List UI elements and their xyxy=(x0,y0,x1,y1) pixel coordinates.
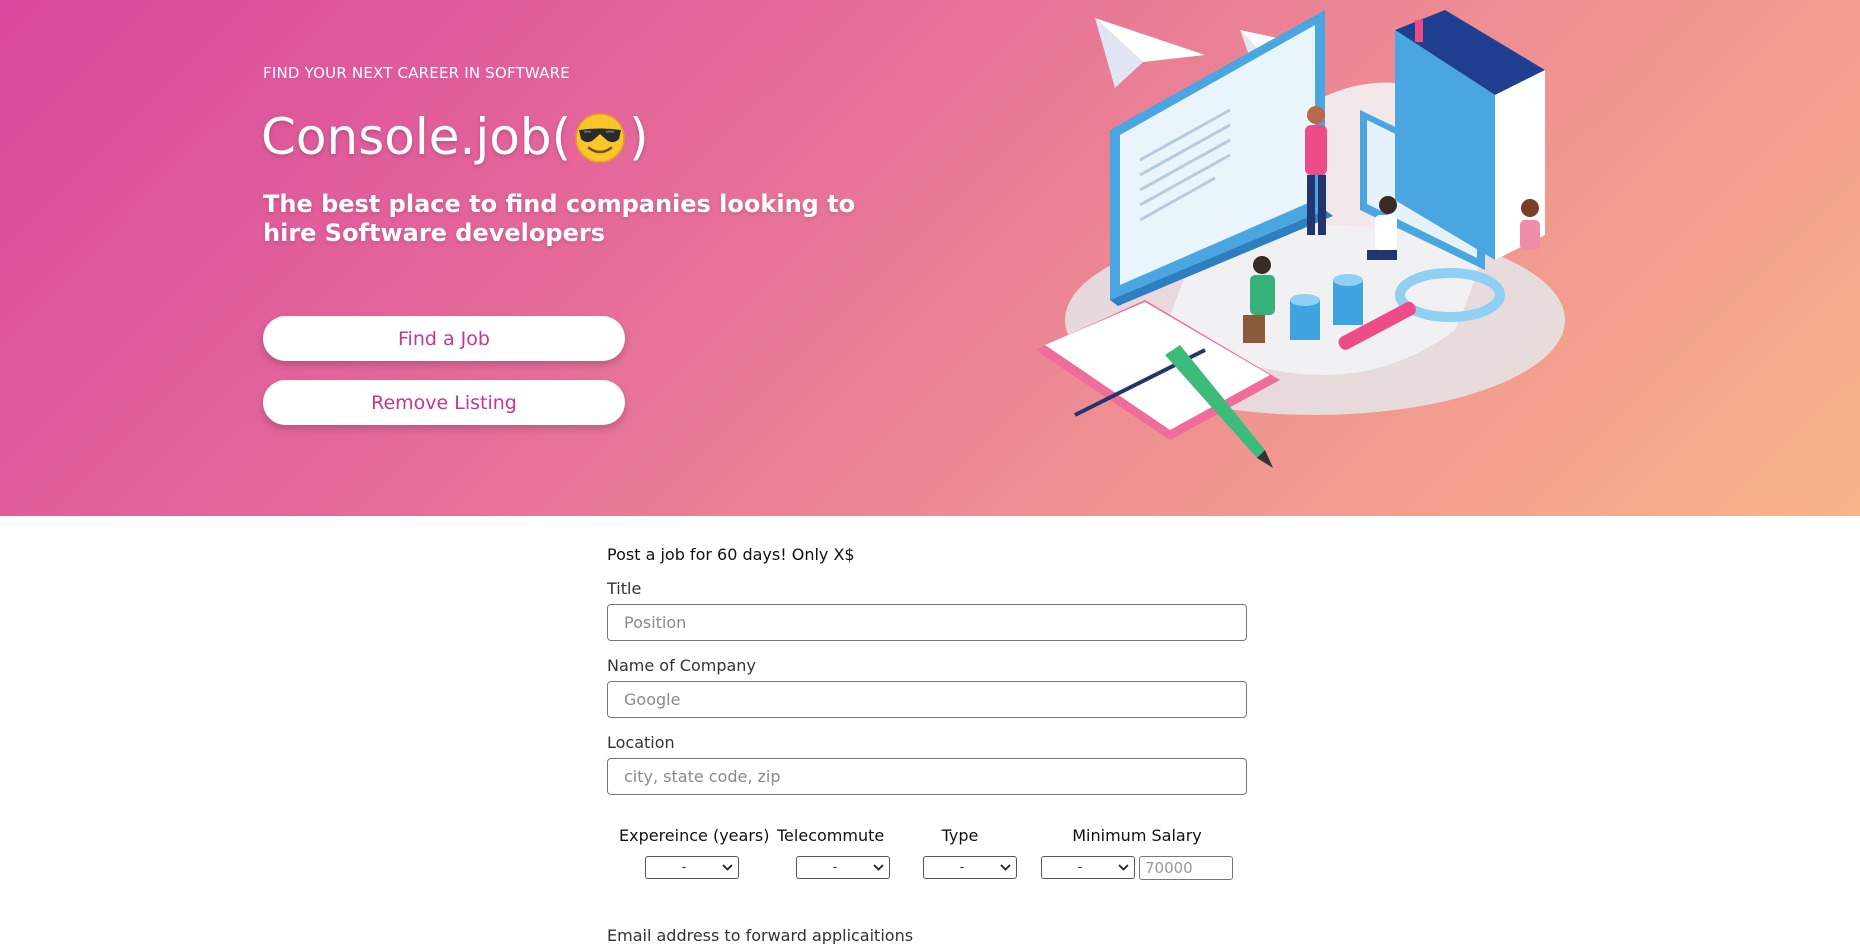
job-options-row: Expereince (years) - Telecommute - Type … xyxy=(607,826,1247,882)
chevron-down-icon xyxy=(873,864,885,871)
type-label: Type xyxy=(941,826,979,845)
location-input[interactable] xyxy=(607,758,1247,795)
experience-select[interactable]: - xyxy=(645,856,739,879)
telecommute-label: Telecommute xyxy=(777,826,885,845)
telecommute-value: - xyxy=(832,860,838,875)
title-label: Title xyxy=(607,579,642,598)
company-label: Name of Company xyxy=(607,656,756,675)
post-job-form: Post a job for 60 days! Only X$ Title Na… xyxy=(607,545,1247,810)
remove-listing-button[interactable]: Remove Listing xyxy=(263,380,625,425)
hero-banner: FIND YOUR NEXT CAREER IN SOFTWARE Consol… xyxy=(0,0,1860,516)
company-input[interactable] xyxy=(607,681,1247,718)
type-value: - xyxy=(959,860,965,875)
brand-title: Console.job( ) xyxy=(261,108,649,166)
hero-tagline: The best place to find companies looking… xyxy=(263,190,856,247)
hero-eyebrow: FIND YOUR NEXT CAREER IN SOFTWARE xyxy=(263,64,570,82)
chevron-down-icon xyxy=(1118,864,1130,871)
sunglasses-face-icon xyxy=(573,110,627,164)
salary-label: Minimum Salary xyxy=(1072,826,1202,845)
form-heading: Post a job for 60 days! Only X$ xyxy=(607,545,855,564)
chevron-down-icon xyxy=(1000,864,1012,871)
title-input[interactable] xyxy=(607,604,1247,641)
brand-suffix: ) xyxy=(629,108,649,166)
salary-column: Minimum Salary xyxy=(1047,826,1227,846)
experience-label: Expereince (years) xyxy=(619,826,770,845)
chevron-down-icon xyxy=(722,864,734,871)
salary-currency-select[interactable]: - xyxy=(1041,856,1135,879)
salary-input[interactable] xyxy=(1139,856,1233,880)
find-job-button[interactable]: Find a Job xyxy=(263,316,625,361)
experience-column: Expereince (years) xyxy=(619,826,770,846)
brand-prefix: Console.job( xyxy=(261,108,572,166)
hero-illustration xyxy=(1035,10,1565,468)
type-column: Type xyxy=(910,826,1010,846)
salary-currency-value: - xyxy=(1077,860,1083,875)
type-select[interactable]: - xyxy=(923,856,1017,879)
experience-value: - xyxy=(681,860,687,875)
email-label: Email address to forward applicaitions xyxy=(607,926,914,944)
telecommute-column: Telecommute xyxy=(777,826,885,846)
location-label: Location xyxy=(607,733,675,752)
telecommute-select[interactable]: - xyxy=(796,856,890,879)
